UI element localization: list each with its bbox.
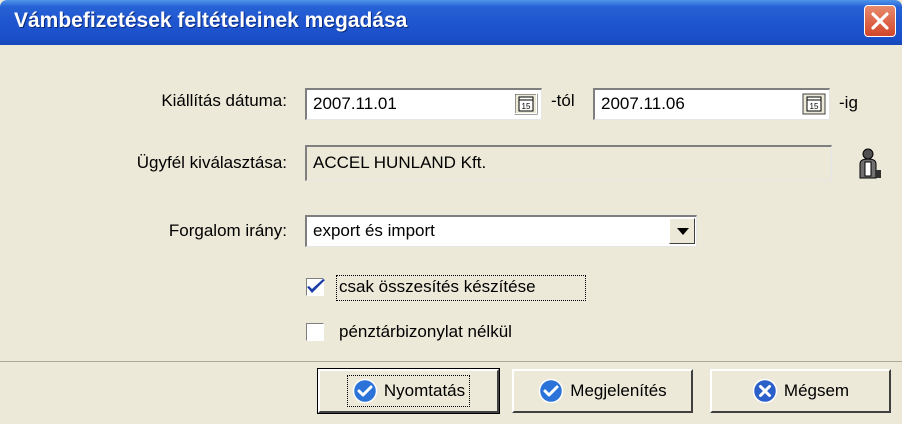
date-from-value: 2007.11.01 [313, 94, 397, 113]
print-button[interactable]: Nyomtatás [317, 368, 500, 414]
cancel-circle-icon [752, 378, 778, 404]
calendar-icon-text: 15 [810, 102, 819, 111]
chevron-down-icon [677, 228, 689, 235]
client-field: ACCEL HUNLAND Kft. [305, 145, 832, 181]
cashier-checkbox-label[interactable]: pénztárbizonylat nélkül [339, 322, 512, 342]
cancel-button[interactable]: Mégsem [710, 369, 891, 413]
direction-selected-value: export és import [313, 221, 435, 240]
dropdown-button[interactable] [669, 218, 695, 244]
client-value: ACCEL HUNLAND Kft. [313, 153, 487, 172]
cashier-checkbox[interactable] [306, 323, 324, 341]
calendar-icon-text: 15 [522, 102, 531, 111]
client-label: Ügyfél kiválasztása: [136, 153, 287, 172]
checkmark-icon [307, 279, 325, 293]
date-from-field[interactable]: 2007.11.01 15 [305, 88, 542, 120]
print-button-label: Nyomtatás [383, 381, 466, 400]
title-bar[interactable]: Vámbefizetések feltételeinek megadása [0, 0, 902, 45]
date-label: Kiállítás dátuma: [161, 91, 287, 110]
cancel-button-label: Mégsem [783, 381, 850, 400]
direction-select[interactable]: export és import [305, 215, 697, 247]
date-to-value: 2007.11.06 [601, 94, 685, 113]
close-icon [871, 12, 889, 30]
date-to-field[interactable]: 2007.11.06 15 [593, 88, 830, 120]
close-button[interactable] [864, 5, 896, 37]
display-button[interactable]: Megjelenítés [512, 369, 693, 413]
date-to-suffix: -ig [839, 93, 858, 112]
checkmark-circle-icon [539, 378, 564, 404]
summary-checkbox[interactable] [306, 278, 325, 296]
date-from-suffix: -tól [551, 91, 575, 110]
calendar-icon[interactable]: 15 [802, 93, 826, 115]
calendar-icon[interactable]: 15 [514, 93, 538, 115]
person-icon[interactable] [856, 148, 882, 180]
display-button-label: Megjelenítés [570, 381, 667, 400]
checkmark-circle-icon [352, 378, 378, 404]
button-bar-separator [0, 361, 902, 362]
summary-checkbox-label[interactable]: csak összesítés készítése [339, 277, 536, 297]
dialog-window: Vámbefizetések feltételeinek megadása Ki… [0, 0, 902, 424]
direction-label: Forgalom irány: [168, 221, 287, 240]
window-title: Vámbefizetések feltételeinek megadása [14, 9, 408, 32]
